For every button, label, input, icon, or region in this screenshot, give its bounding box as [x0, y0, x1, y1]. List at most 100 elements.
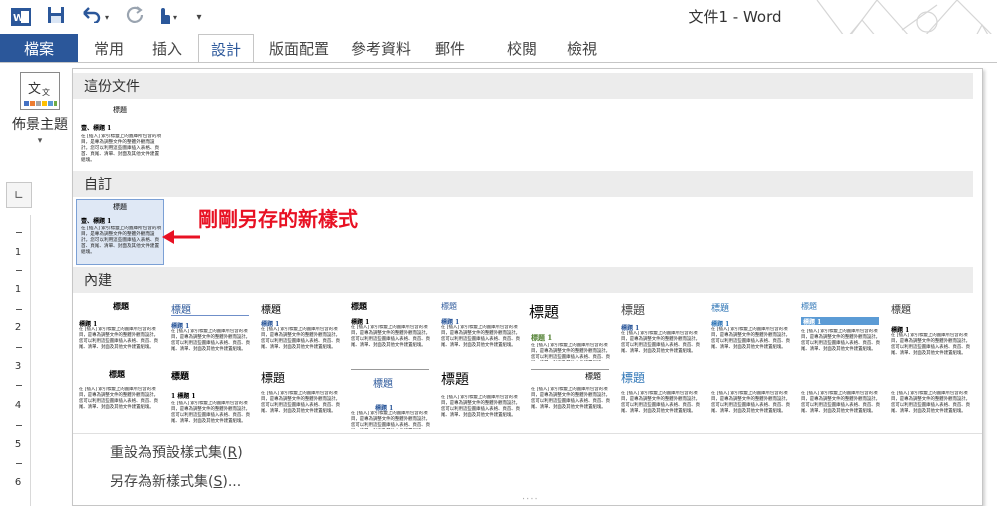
undo-icon: [81, 7, 103, 27]
thumb-title: 標題: [171, 372, 190, 382]
thumb-title: 標題: [621, 303, 646, 317]
redo-button[interactable]: [122, 5, 148, 29]
section-this-document: 這份文件: [73, 73, 973, 99]
ruler-tick: [16, 232, 22, 233]
thumb-heading: 1 標題 1: [171, 393, 196, 400]
ruler-number: 1: [14, 247, 22, 258]
tab-mailings[interactable]: 郵件: [426, 34, 474, 62]
tab-stop-icon[interactable]: ∟: [6, 182, 32, 208]
svg-text:W: W: [13, 13, 24, 24]
tab-view[interactable]: 檢視: [558, 34, 606, 62]
ruler-tick: [16, 270, 22, 271]
customize-qat-icon[interactable]: ▾: [190, 5, 208, 29]
thumb-title: 標題: [113, 106, 127, 114]
word-logo-icon[interactable]: W: [8, 5, 34, 29]
ruler-tick: [16, 309, 22, 310]
themes-button[interactable]: 文文 佈景主題 ▾: [6, 70, 74, 154]
style-thumb-builtin[interactable]: 標題 在 [插入] 索引標籤上的圖庫所包含的項目，是專為調整文件的整體外觀而設計…: [617, 365, 703, 429]
section-built-in: 內建: [73, 267, 973, 293]
reset-text: 重設為預設樣式集(: [110, 445, 228, 461]
thumb-rule: [171, 315, 249, 316]
style-thumb-builtin[interactable]: 標題 在 [插入] 索引標籤上的圖庫所包含的項目，是專為調整文件的整體外觀而設計…: [437, 365, 523, 429]
style-thumb-builtin[interactable]: 在 [插入] 索引標籤上的圖庫所包含的項目，是專為調整文件的整體外觀而設計。您可…: [797, 365, 883, 429]
style-thumb-builtin[interactable]: 標題 1 標題 1 在 [插入] 索引標籤上的圖庫所包含的項目，是專為調整文件的…: [167, 365, 253, 429]
touch-dropdown-icon[interactable]: ▾: [173, 13, 177, 22]
ruler-number: 2: [14, 322, 22, 333]
tab-file[interactable]: 檔案: [0, 34, 78, 62]
thumb-body: 在 [插入] 索引標籤上的圖庫所包含的項目，是專為調整文件的整體外觀而設計。您可…: [621, 391, 701, 414]
window-title: 文件1 - Word: [688, 8, 782, 26]
tab-home[interactable]: 常用: [82, 34, 136, 62]
tab-design[interactable]: 設計: [198, 34, 254, 63]
style-thumb-this-document[interactable]: 標題 壹、標題 1 在 [插入] 索引標籤上的圖庫所包含的項目，是專為調整文件的…: [77, 103, 163, 169]
style-thumb-builtin[interactable]: 標題 標題 1 在 [插入] 索引標籤上的圖庫所包含的項目，是專為調整文件的整體…: [257, 297, 343, 361]
section-custom: 自訂: [73, 171, 973, 197]
ruler-number: 5: [14, 439, 22, 450]
svg-text:文: 文: [42, 87, 50, 97]
thumb-body: 在 [插入] 索引標籤上的圖庫所包含的項目，是專為調整文件的整體外觀而設計。您可…: [81, 226, 161, 255]
thumb-body: 在 [插入] 索引標籤上的圖庫所包含的項目，是專為調整文件的整體外觀而設計。您可…: [261, 391, 341, 414]
style-thumb-builtin[interactable]: 在 [插入] 索引標籤上的圖庫所包含的項目，是專為調整文件的整體外觀而設計。您可…: [707, 365, 793, 429]
thumb-title: 標題: [113, 203, 127, 211]
save-as-text: 另存為新樣式集(: [110, 474, 214, 490]
thumb-body: 在 [插入] 索引標籤上的圖庫所包含的項目，是專為調整文件的整體外觀而設計。您可…: [531, 343, 611, 360]
gallery-divider: [73, 433, 982, 434]
style-thumb-builtin[interactable]: 標題 標題 1 在 [插入] 索引標籤上的圖庫所包含的項目，是專為調整文件的整體…: [797, 297, 883, 361]
style-thumb-builtin[interactable]: 標題 在 [插入] 索引標籤上的圖庫所包含的項目，是專為調整文件的整體外觀而設計…: [257, 365, 343, 429]
style-thumb-builtin[interactable]: 標題 標題 1 在 [插入] 索引標籤上的圖庫所包含的項目，是專為調整文件的整體…: [527, 297, 613, 361]
title-bar: W ▾ ▾ ▾ 文件1 - Word: [0, 0, 997, 62]
reset-suffix: ): [237, 445, 243, 461]
thumb-body: 在 [插入] 索引標籤上的圖庫所包含的項目，是專為調整文件的整體外觀而設計。您可…: [801, 329, 881, 352]
thumb-title: 標題: [441, 302, 457, 311]
thumb-body: 在 [插入] 索引標籤上的圖庫所包含的項目，是專為調整文件的整體外觀而設計。您可…: [711, 327, 791, 350]
thumb-body: 在 [插入] 索引標籤上的圖庫所包含的項目，是專為調整文件的整體外觀而設計。您可…: [171, 401, 251, 424]
thumb-title: 標題: [891, 305, 911, 316]
redo-icon: [126, 6, 144, 28]
touch-mode-button[interactable]: ▾: [148, 5, 184, 29]
undo-dropdown-icon[interactable]: ▾: [105, 13, 109, 22]
thumb-title: 標題: [261, 305, 281, 316]
style-thumb-builtin[interactable]: 標題 標題 1 在 [插入] 索引標籤上的圖庫所包含的項目，是專為調整文件的整體…: [707, 297, 793, 361]
ruler-number: 4: [14, 400, 22, 411]
thumb-title: 標題: [621, 371, 646, 385]
resize-grip-icon[interactable]: ⋅⋅⋅⋅: [522, 494, 539, 505]
themes-label: 佈景主題: [12, 117, 68, 133]
save-button[interactable]: [42, 5, 70, 29]
thumb-rule: [351, 369, 429, 370]
thumb-title: 標題: [351, 301, 367, 311]
undo-button[interactable]: ▾: [78, 5, 112, 29]
tab-layout[interactable]: 版面配置: [262, 34, 336, 62]
svg-text:文: 文: [28, 82, 41, 97]
ruler-number: 6: [14, 477, 22, 488]
thumb-body: 在 [插入] 索引標籤上的圖庫所包含的項目，是專為調整文件的整體外觀而設計。您可…: [801, 391, 881, 414]
style-thumb-builtin[interactable]: 標題 標題 1 在 [插入] 索引標籤上的圖庫所包含的項目，是專為調整文件的整體…: [887, 297, 973, 361]
word-window: { "window": {"title": "文件1 - Word"}, "qa…: [0, 0, 997, 506]
tab-references[interactable]: 參考資料: [340, 34, 422, 62]
annotation-text: 剛剛另存的新樣式: [198, 207, 358, 231]
thumb-heading: 壹、標題 1: [81, 125, 112, 132]
tab-review[interactable]: 校閱: [498, 34, 546, 62]
style-thumb-builtin[interactable]: 標題 在 [插入] 索引標籤上的圖庫所包含的項目，是專為調整文件的整體外觀而設計…: [77, 365, 163, 429]
ribbon-divider: [0, 62, 997, 63]
thumb-body: 在 [插入] 索引標籤上的圖庫所包含的項目，是專為調整文件的整體外觀而設計。您可…: [79, 387, 159, 410]
ruler-number: 1: [14, 284, 22, 295]
thumb-title: 標題: [113, 301, 129, 311]
style-thumb-builtin[interactable]: 標題 標題 1 在 [插入] 索引標籤上的圖庫所包含的項目，是專為調整文件的整體…: [347, 297, 433, 361]
style-thumb-builtin[interactable]: 標題 標題 1 在 [插入] 索引標籤上的圖庫所包含的項目，是專為調整文件的整體…: [347, 365, 433, 429]
tab-insert[interactable]: 插入: [140, 34, 194, 62]
save-as-style-set-menu-item[interactable]: 另存為新樣式集(S)...: [110, 471, 241, 491]
ruler-tick: [16, 347, 22, 348]
style-thumb-builtin[interactable]: 標題 標題 1 在 [插入] 索引標籤上的圖庫所包含的項目，是專為調整文件的整體…: [437, 297, 523, 361]
touch-mode-icon: [155, 5, 171, 29]
style-thumb-builtin[interactable]: 標題 標題 1 在 [插入] 索引標籤上的圖庫所包含的項目，是專為調整文件的整體…: [77, 297, 163, 361]
thumb-title: 標題: [585, 372, 601, 381]
style-thumb-builtin[interactable]: 標題 標題 1 在 [插入] 索引標籤上的圖庫所包含的項目，是專為調整文件的整體…: [617, 297, 703, 361]
ruler-tick: [16, 425, 22, 426]
style-thumb-builtin[interactable]: 標題 在 [插入] 索引標籤上的圖庫所包含的項目，是專為調整文件的整體外觀而設計…: [527, 365, 613, 429]
style-thumb-builtin[interactable]: 標題 標題 1 在 [插入] 索引標籤上的圖庫所包含的項目，是專為調整文件的整體…: [167, 297, 253, 361]
thumb-body: 在 [插入] 索引標籤上的圖庫所包含的項目，是專為調整文件的整體外觀而設計。您可…: [891, 391, 971, 414]
style-thumb-custom[interactable]: 標題 壹、標題 1 在 [插入] 索引標籤上的圖庫所包含的項目，是專為調整文件的…: [76, 199, 164, 265]
style-thumb-builtin[interactable]: 在 [插入] 索引標籤上的圖庫所包含的項目，是專為調整文件的整體外觀而設計。您可…: [887, 365, 973, 429]
reset-style-set-menu-item[interactable]: 重設為預設樣式集(R): [110, 442, 243, 462]
save-as-suffix: )...: [222, 474, 242, 490]
